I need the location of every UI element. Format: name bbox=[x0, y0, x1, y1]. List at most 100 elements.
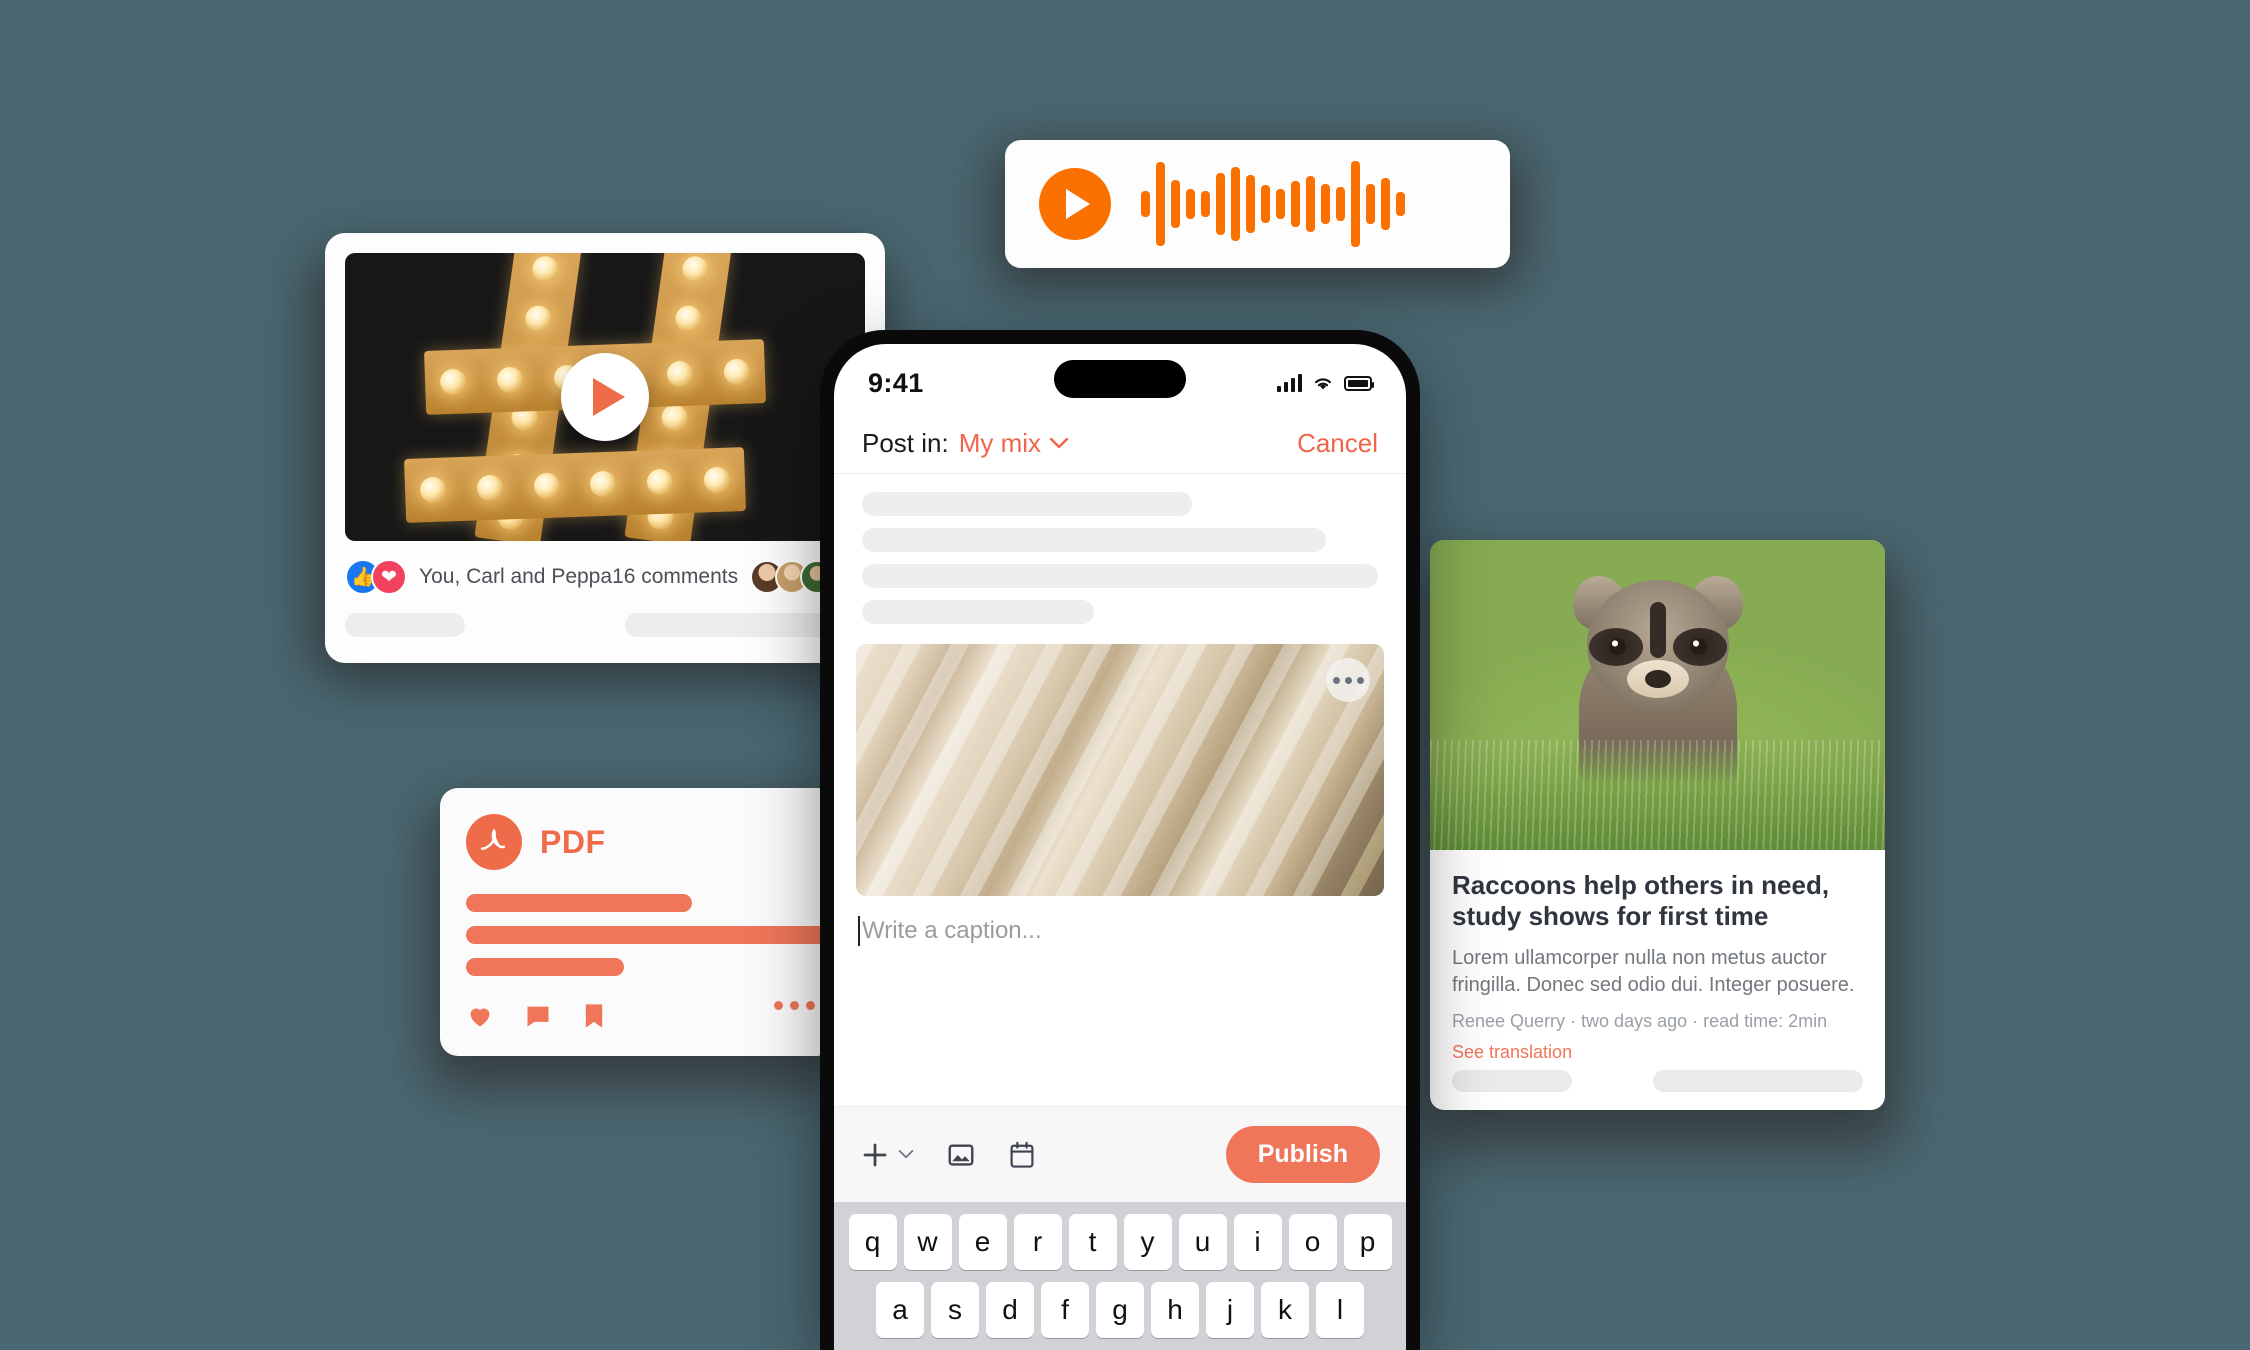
heart-icon[interactable] bbox=[466, 1002, 494, 1030]
pdf-skeleton-bar bbox=[466, 958, 624, 976]
key-o[interactable]: o bbox=[1288, 1214, 1337, 1270]
chevron-down-icon bbox=[1049, 437, 1069, 449]
bookmark-icon[interactable] bbox=[582, 1002, 606, 1030]
article-footer-skeleton bbox=[1430, 1070, 1885, 1092]
social-post-card[interactable]: 👍 ❤ You, Carl and Peppa16 comments bbox=[325, 233, 885, 663]
key-s[interactable]: s bbox=[931, 1282, 979, 1338]
pdf-label: PDF bbox=[540, 823, 606, 860]
key-a[interactable]: a bbox=[876, 1282, 924, 1338]
key-w[interactable]: w bbox=[903, 1214, 952, 1270]
key-u[interactable]: u bbox=[1178, 1214, 1227, 1270]
key-f[interactable]: f bbox=[1041, 1282, 1089, 1338]
keyboard-row-2: asdfghjkl bbox=[840, 1282, 1400, 1338]
key-g[interactable]: g bbox=[1096, 1282, 1144, 1338]
key-d[interactable]: d bbox=[986, 1282, 1034, 1338]
article-description: Lorem ullamcorper nulla non metus auctor… bbox=[1452, 947, 1855, 997]
dynamic-island bbox=[1054, 360, 1186, 398]
post-in-group[interactable]: Post in: My mix bbox=[862, 428, 1069, 459]
key-y[interactable]: y bbox=[1123, 1214, 1172, 1270]
battery-full-icon bbox=[1344, 375, 1374, 391]
mix-selector[interactable]: My mix bbox=[959, 428, 1069, 459]
waveform-bar bbox=[1201, 191, 1210, 217]
article-body: Raccoons help others in need, study show… bbox=[1430, 850, 1885, 1063]
keyboard-row-1: qwertyuiop bbox=[840, 1214, 1400, 1270]
key-r[interactable]: r bbox=[1013, 1214, 1062, 1270]
waveform-bar bbox=[1351, 161, 1360, 247]
phone-mockup: 9:41 Post in: My mix Cancel Write a capt… bbox=[820, 330, 1420, 1350]
stacked-chairs-photo[interactable] bbox=[856, 644, 1384, 896]
skeleton-bar bbox=[862, 492, 1193, 516]
skeleton-bar bbox=[862, 600, 1095, 624]
key-l[interactable]: l bbox=[1316, 1282, 1364, 1338]
status-clock: 9:41 bbox=[868, 367, 924, 398]
publish-button[interactable]: Publish bbox=[1225, 1126, 1380, 1183]
waveform-bar bbox=[1141, 191, 1150, 217]
heart-icon: ❤ bbox=[371, 559, 407, 595]
key-h[interactable]: h bbox=[1151, 1282, 1199, 1338]
social-card-skeleton bbox=[325, 595, 885, 637]
status-bar: 9:41 bbox=[834, 344, 1406, 422]
skeleton-bar bbox=[1653, 1070, 1863, 1092]
caption-input[interactable]: Write a caption... bbox=[834, 896, 1406, 946]
add-attachment-button[interactable] bbox=[860, 1140, 914, 1170]
waveform-bar bbox=[1396, 192, 1405, 216]
composer-toolbar: Publish bbox=[834, 1106, 1406, 1202]
comment-icon[interactable] bbox=[524, 1002, 552, 1030]
key-t[interactable]: t bbox=[1068, 1214, 1117, 1270]
key-p[interactable]: p bbox=[1343, 1214, 1392, 1270]
waveform-bar bbox=[1381, 178, 1390, 230]
on-screen-keyboard[interactable]: qwertyuiop asdfghjkl bbox=[834, 1202, 1406, 1350]
waveform-bar bbox=[1321, 184, 1330, 224]
raccoon-photo bbox=[1430, 540, 1885, 850]
pdf-file-icon bbox=[466, 814, 522, 870]
more-horizontal-icon[interactable] bbox=[1326, 658, 1370, 702]
pdf-action-row bbox=[466, 1002, 809, 1030]
skeleton-bar bbox=[862, 564, 1378, 588]
waveform-bar bbox=[1291, 181, 1300, 227]
waveform-bar bbox=[1366, 184, 1375, 224]
key-i[interactable]: i bbox=[1233, 1214, 1282, 1270]
reaction-summary-text: You, Carl and Peppa16 comments bbox=[419, 565, 739, 588]
caption-placeholder: Write a caption... bbox=[862, 917, 1042, 944]
article-title: Raccoons help others in need, study show… bbox=[1452, 870, 1830, 931]
key-k[interactable]: k bbox=[1261, 1282, 1309, 1338]
calendar-icon[interactable] bbox=[1008, 1140, 1036, 1170]
see-translation-link[interactable]: See translation bbox=[1452, 1042, 1863, 1063]
pdf-card-header: PDF bbox=[466, 814, 809, 870]
key-q[interactable]: q bbox=[848, 1214, 897, 1270]
article-meta: Renee Querry · two days ago · read time:… bbox=[1452, 1011, 1828, 1032]
key-j[interactable]: j bbox=[1206, 1282, 1254, 1338]
waveform-bar bbox=[1186, 189, 1195, 219]
post-in-label: Post in: bbox=[862, 428, 949, 458]
news-article-card[interactable]: Raccoons help others in need, study show… bbox=[1430, 540, 1885, 1110]
pdf-document-card[interactable]: PDF bbox=[440, 788, 871, 1056]
pdf-skeleton-bar bbox=[466, 894, 693, 912]
play-icon[interactable] bbox=[561, 353, 649, 441]
video-thumbnail[interactable] bbox=[345, 253, 865, 541]
waveform-bar bbox=[1261, 185, 1270, 223]
waveform-bar bbox=[1306, 176, 1315, 232]
skeleton-bar bbox=[1452, 1070, 1572, 1092]
status-indicators bbox=[1277, 374, 1374, 392]
waveform-bar bbox=[1246, 175, 1255, 233]
phone-screen: 9:41 Post in: My mix Cancel Write a capt… bbox=[834, 344, 1406, 1350]
key-e[interactable]: e bbox=[958, 1214, 1007, 1270]
composer-text-skeleton bbox=[834, 474, 1406, 624]
waveform-bar bbox=[1231, 167, 1240, 241]
composition-stage: 👍 ❤ You, Carl and Peppa16 comments PDF R… bbox=[0, 0, 2250, 1350]
mix-value: My mix bbox=[958, 428, 1042, 458]
play-icon[interactable] bbox=[1039, 168, 1111, 240]
grass-foreground bbox=[1430, 740, 1885, 850]
audio-message-card[interactable] bbox=[1005, 140, 1510, 268]
cancel-button[interactable]: Cancel bbox=[1297, 428, 1378, 459]
skeleton-bar bbox=[862, 528, 1327, 552]
skeleton-bar bbox=[345, 613, 465, 637]
image-icon[interactable] bbox=[946, 1140, 976, 1170]
composer-nav: Post in: My mix Cancel bbox=[834, 422, 1406, 474]
audio-waveform[interactable] bbox=[1141, 154, 1405, 254]
pdf-skeleton-bar bbox=[466, 926, 871, 944]
plus-icon bbox=[863, 1143, 887, 1166]
cellular-signal-icon bbox=[1277, 374, 1302, 392]
waveform-bar bbox=[1276, 189, 1285, 219]
waveform-bar bbox=[1216, 173, 1225, 235]
